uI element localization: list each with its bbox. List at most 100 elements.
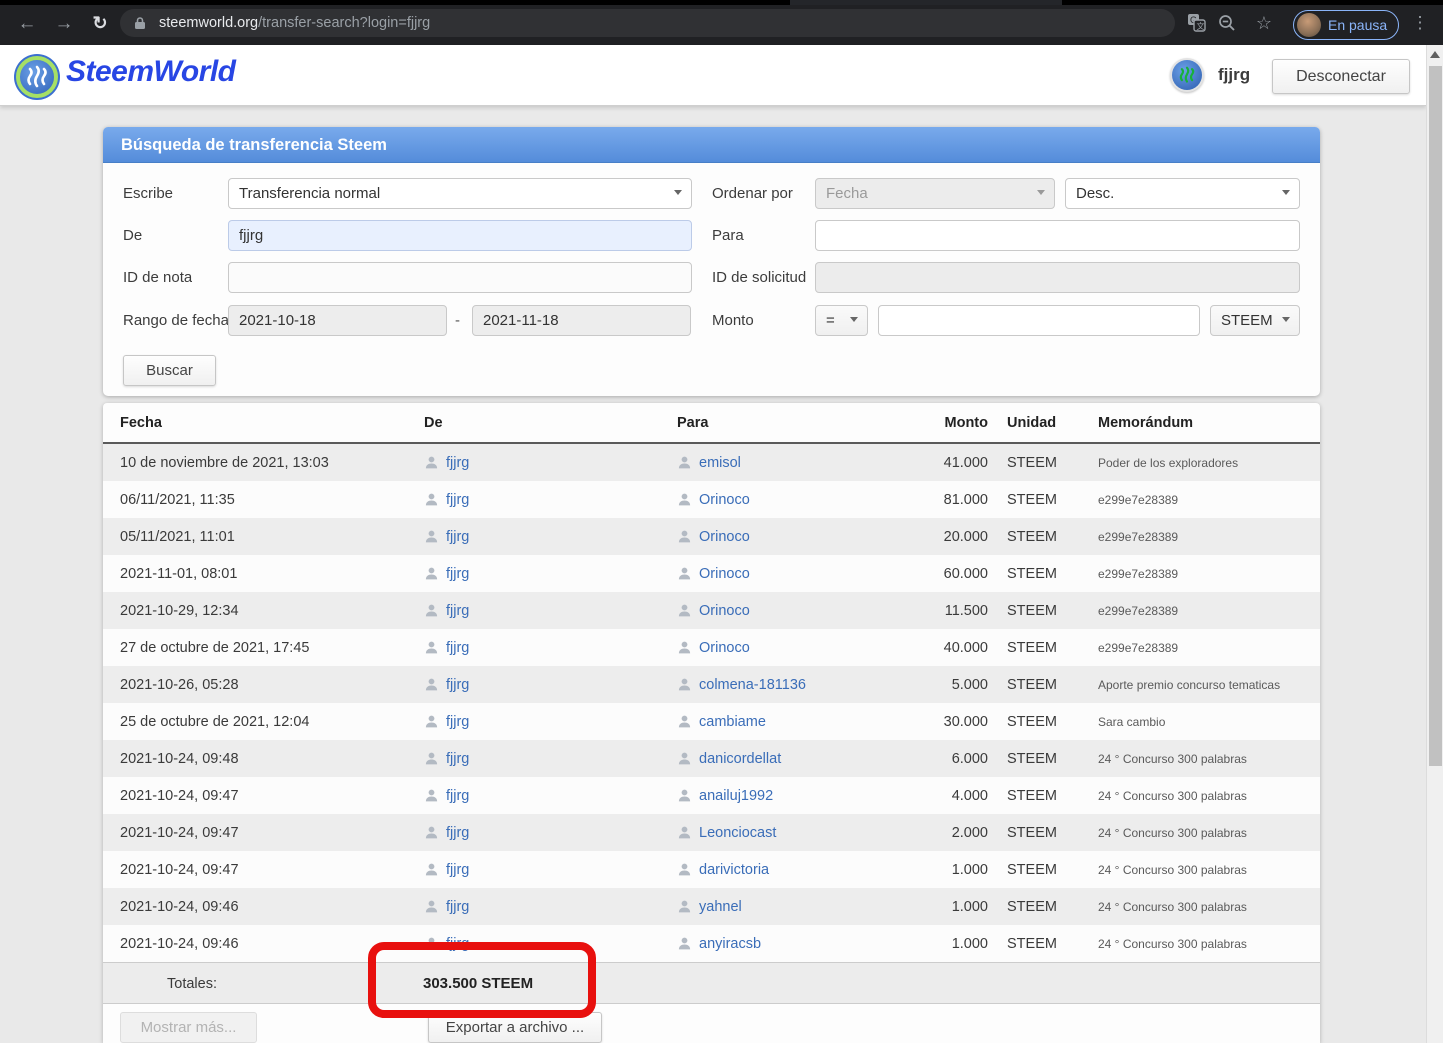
cell-memo: e299e7e28389 xyxy=(1098,492,1179,507)
person-icon xyxy=(677,455,692,470)
person-icon xyxy=(677,751,692,766)
to-account-link[interactable]: Orinoco xyxy=(699,603,750,619)
steemworld-logo-icon[interactable] xyxy=(14,54,60,100)
cell-from: fjjrg xyxy=(424,825,677,841)
to-account-link[interactable]: anyiracsb xyxy=(699,936,761,952)
to-account-link[interactable]: danicordellat xyxy=(699,751,781,767)
person-icon xyxy=(424,492,439,507)
from-account-link[interactable]: fjjrg xyxy=(446,677,469,693)
browser-menu-icon[interactable]: ⋮ xyxy=(1410,13,1430,33)
cell-amount: 4.000 xyxy=(951,787,988,804)
amount-unit-select[interactable]: STEEM xyxy=(1210,305,1300,336)
cell-amount: 30.000 xyxy=(943,713,988,730)
date-from-input[interactable] xyxy=(228,305,447,336)
cell-amount: 60.000 xyxy=(943,565,988,582)
from-account-link[interactable]: fjjrg xyxy=(446,825,469,841)
from-input[interactable] xyxy=(228,220,692,251)
from-account-link[interactable]: fjjrg xyxy=(446,455,469,471)
order-direction-select[interactable]: Desc. xyxy=(1065,178,1300,209)
cell-date: 27 de octubre de 2021, 17:45 xyxy=(120,639,310,656)
cell-from: fjjrg xyxy=(424,566,677,582)
from-account-link[interactable]: fjjrg xyxy=(446,640,469,656)
to-account-link[interactable]: colmena-181136 xyxy=(699,677,806,693)
cell-unit: STEEM xyxy=(1007,676,1057,693)
brand-title[interactable]: SteemWorld xyxy=(66,55,236,89)
from-account-link[interactable]: fjjrg xyxy=(446,566,469,582)
amount-input[interactable] xyxy=(878,305,1200,336)
type-select[interactable]: Transferencia normal xyxy=(228,178,692,209)
show-more-button[interactable]: Mostrar más... xyxy=(120,1012,257,1043)
page-scrollbar[interactable] xyxy=(1426,45,1443,1043)
to-account-link[interactable]: emisol xyxy=(699,455,741,471)
reload-icon[interactable]: ↻ xyxy=(86,10,114,38)
from-account-link[interactable]: fjjrg xyxy=(446,529,469,545)
person-icon xyxy=(424,640,439,655)
to-account-link[interactable]: Orinoco xyxy=(699,566,750,582)
totals-label: Totales: xyxy=(167,976,217,992)
table-row: 2021-10-24, 09:47 fjjrg Leonciocast 2.000 ST… xyxy=(103,814,1320,851)
from-account-link[interactable]: fjjrg xyxy=(446,603,469,619)
cell-memo: e299e7e28389 xyxy=(1098,529,1179,544)
logout-button[interactable]: Desconectar xyxy=(1272,59,1410,94)
memo-id-label: ID de nota xyxy=(123,269,193,286)
export-button[interactable]: Exportar a archivo ... xyxy=(428,1012,602,1043)
cell-from: fjjrg xyxy=(424,751,677,767)
amount-operator-select[interactable]: = xyxy=(815,305,868,336)
person-icon xyxy=(677,566,692,581)
from-account-link[interactable]: fjjrg xyxy=(446,899,469,915)
zoom-out-icon[interactable] xyxy=(1217,13,1237,33)
cell-to: yahnel xyxy=(677,899,888,915)
profile-chip[interactable]: En pausa xyxy=(1293,10,1399,40)
translate-icon[interactable]: G文 xyxy=(1186,13,1206,33)
search-button[interactable]: Buscar xyxy=(123,355,216,386)
cell-to: colmena-181136 xyxy=(677,677,888,693)
back-icon[interactable]: ← xyxy=(13,10,41,38)
user-avatar[interactable] xyxy=(1170,58,1204,92)
from-account-link[interactable]: fjjrg xyxy=(446,751,469,767)
person-icon xyxy=(424,825,439,840)
to-account-link[interactable]: Orinoco xyxy=(699,640,750,656)
cell-to: danicordellat xyxy=(677,751,888,767)
from-label: De xyxy=(123,227,143,244)
person-icon xyxy=(424,677,439,692)
cell-amount: 6.000 xyxy=(951,750,988,767)
to-account-link[interactable]: anailuj1992 xyxy=(699,788,773,804)
from-account-link[interactable]: fjjrg xyxy=(446,862,469,878)
cell-memo: 24 ° Concurso 300 palabras xyxy=(1098,899,1247,914)
forward-icon[interactable]: → xyxy=(50,10,78,38)
cell-date: 2021-10-24, 09:47 xyxy=(120,824,239,841)
scrollbar-up-arrow[interactable] xyxy=(1430,51,1440,58)
amount-label: Monto xyxy=(712,312,754,329)
scrollbar-thumb[interactable] xyxy=(1429,66,1442,766)
cell-date: 2021-10-24, 09:48 xyxy=(120,750,239,767)
request-id-input[interactable] xyxy=(815,262,1300,293)
cell-amount: 11.500 xyxy=(944,602,988,619)
to-account-link[interactable]: Orinoco xyxy=(699,492,750,508)
cell-to: Orinoco xyxy=(677,640,888,656)
totals-row: Totales: 303.500 STEEM xyxy=(103,962,1320,1004)
order-select[interactable]: Fecha xyxy=(815,178,1055,209)
memo-id-input[interactable] xyxy=(228,262,692,293)
person-icon xyxy=(677,825,692,840)
to-account-link[interactable]: darivictoria xyxy=(699,862,769,878)
to-account-link[interactable]: Leonciocast xyxy=(699,825,776,841)
cell-to: Orinoco xyxy=(677,566,888,582)
cell-memo: 24 ° Concurso 300 palabras xyxy=(1098,825,1247,840)
from-account-link[interactable]: fjjrg xyxy=(446,714,469,730)
cell-memo: 24 ° Concurso 300 palabras xyxy=(1098,862,1247,877)
svg-text:文: 文 xyxy=(1196,21,1204,31)
cell-amount: 41.000 xyxy=(943,454,988,471)
from-account-link[interactable]: fjjrg xyxy=(446,788,469,804)
to-account-link[interactable]: Orinoco xyxy=(699,529,750,545)
to-account-link[interactable]: yahnel xyxy=(699,899,742,915)
from-account-link[interactable]: fjjrg xyxy=(446,492,469,508)
address-bar[interactable]: steemworld.org/transfer-search?login=fjj… xyxy=(120,9,1175,37)
cell-to: anailuj1992 xyxy=(677,788,888,804)
cell-amount: 20.000 xyxy=(943,528,988,545)
bookmark-star-icon[interactable]: ☆ xyxy=(1254,13,1274,33)
profile-avatar xyxy=(1297,13,1321,37)
to-account-link[interactable]: cambiame xyxy=(699,714,766,730)
to-input[interactable] xyxy=(815,220,1300,251)
date-to-input[interactable] xyxy=(472,305,691,336)
from-account-link[interactable]: fjjrg xyxy=(446,936,469,952)
